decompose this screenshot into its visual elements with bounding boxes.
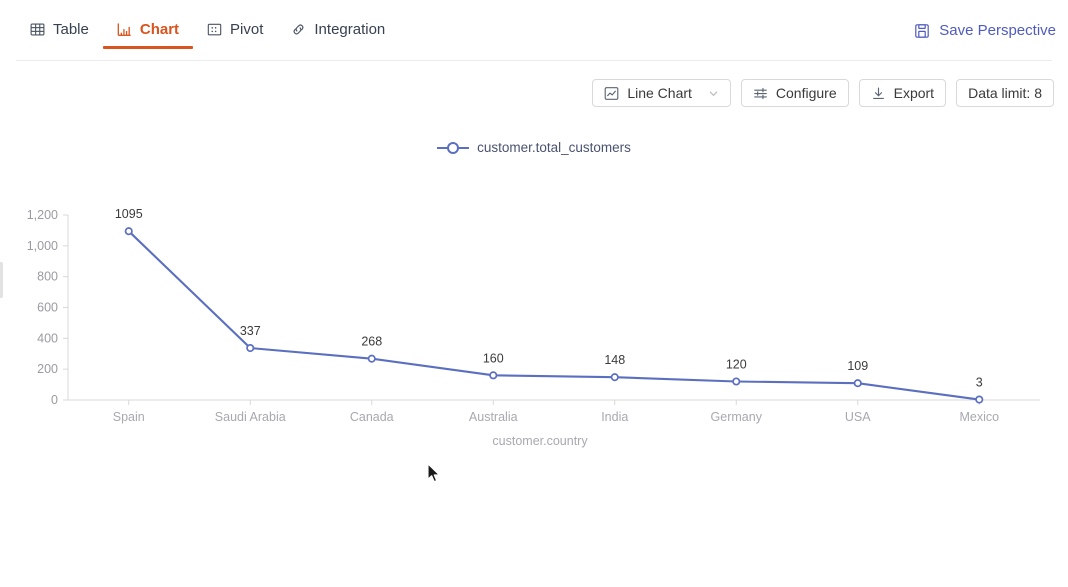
chart-type-label: Line Chart [627, 85, 692, 101]
data-point-label: 268 [361, 335, 382, 349]
line-chart-icon [604, 86, 619, 101]
tab-integration[interactable]: Integration [277, 16, 399, 49]
x-axis-tick-label: USA [845, 410, 871, 424]
series-point[interactable] [975, 395, 984, 404]
chart-type-select[interactable]: Line Chart [592, 79, 731, 107]
data-point-label: 120 [726, 358, 747, 372]
chart-perspective-page: Table Chart Pivot Integration Save Persp… [0, 0, 1068, 587]
y-axis-tick-label: 400 [37, 331, 58, 345]
data-point-label: 148 [604, 353, 625, 367]
x-axis-tick-label: Australia [469, 410, 518, 424]
tab-pivot[interactable]: Pivot [193, 16, 277, 49]
data-limit-label: Data limit: 8 [968, 85, 1042, 101]
x-axis-tick-label: Mexico [959, 410, 999, 424]
save-perspective-button[interactable]: Save Perspective [914, 22, 1056, 39]
tab-pivot-label: Pivot [230, 21, 264, 38]
data-point-label: 337 [240, 324, 261, 338]
mouse-cursor [427, 463, 443, 485]
chevron-down-icon [708, 88, 719, 99]
export-button[interactable]: Export [858, 79, 947, 107]
y-axis-tick-label: 800 [37, 270, 58, 284]
y-axis-tick-label: 1,200 [27, 208, 58, 222]
chart-svg: 0 200 400 600 800 1,000 1,200 Spain Saudi Arabia… [27, 207, 1040, 448]
x-axis-tick-label: Canada [350, 410, 394, 424]
x-axis-tick-label: India [601, 410, 628, 424]
export-label: Export [893, 85, 935, 101]
save-perspective-label: Save Perspective [939, 22, 1056, 39]
x-axis-tick-label: Germany [711, 410, 763, 424]
top-tab-bar: Table Chart Pivot Integration Save Persp… [0, 0, 1068, 60]
tab-chart-label: Chart [139, 21, 180, 38]
chart-plot-area: 0 200 400 600 800 1,000 1,200 Spain Saudi Arabia… [0, 120, 1068, 460]
tab-chart[interactable]: Chart [102, 16, 194, 49]
link-icon [291, 22, 306, 37]
chart-container: customer.total_customers 0 200 400 600 800 1,… [0, 120, 1068, 460]
header-divider [16, 60, 1052, 61]
data-point-label: 1095 [115, 207, 143, 221]
save-floppy-icon [914, 23, 930, 39]
tab-chart-underline [102, 46, 194, 49]
configure-button[interactable]: Configure [740, 79, 849, 107]
x-axis-tick-label: Spain [113, 410, 145, 424]
series-point[interactable] [732, 377, 741, 386]
y-axis-tick-label: 600 [37, 301, 58, 315]
series-point[interactable] [124, 227, 133, 236]
x-axis-title: customer.country [492, 434, 588, 448]
chart-toolbar: Line Chart Configure Export Data limit: … [592, 79, 1054, 107]
tab-table[interactable]: Table [16, 16, 103, 49]
data-point-label: 3 [976, 376, 983, 390]
sliders-icon [753, 86, 768, 101]
bar-chart-icon [117, 22, 132, 37]
data-point-label: 109 [847, 359, 868, 373]
y-axis-tick-label: 200 [37, 362, 58, 376]
table-icon [30, 22, 45, 37]
y-axis-tick-label: 1,000 [27, 239, 58, 253]
series-point[interactable] [367, 354, 376, 363]
pivot-icon [207, 22, 222, 37]
tab-integration-label: Integration [314, 21, 386, 38]
configure-label: Configure [775, 85, 837, 101]
series-point[interactable] [853, 379, 862, 388]
download-icon [871, 86, 886, 101]
series-point[interactable] [610, 373, 619, 382]
data-point-label: 160 [483, 351, 504, 365]
series-point[interactable] [246, 343, 255, 353]
x-axis-tick-label: Saudi Arabia [215, 410, 286, 424]
view-tabs: Table Chart Pivot Integration [16, 16, 399, 49]
data-limit-button[interactable]: Data limit: 8 [956, 79, 1054, 107]
tab-table-label: Table [53, 21, 89, 38]
series-line [127, 230, 981, 401]
y-axis-tick-label: 0 [51, 393, 58, 407]
series-point[interactable] [489, 371, 498, 380]
